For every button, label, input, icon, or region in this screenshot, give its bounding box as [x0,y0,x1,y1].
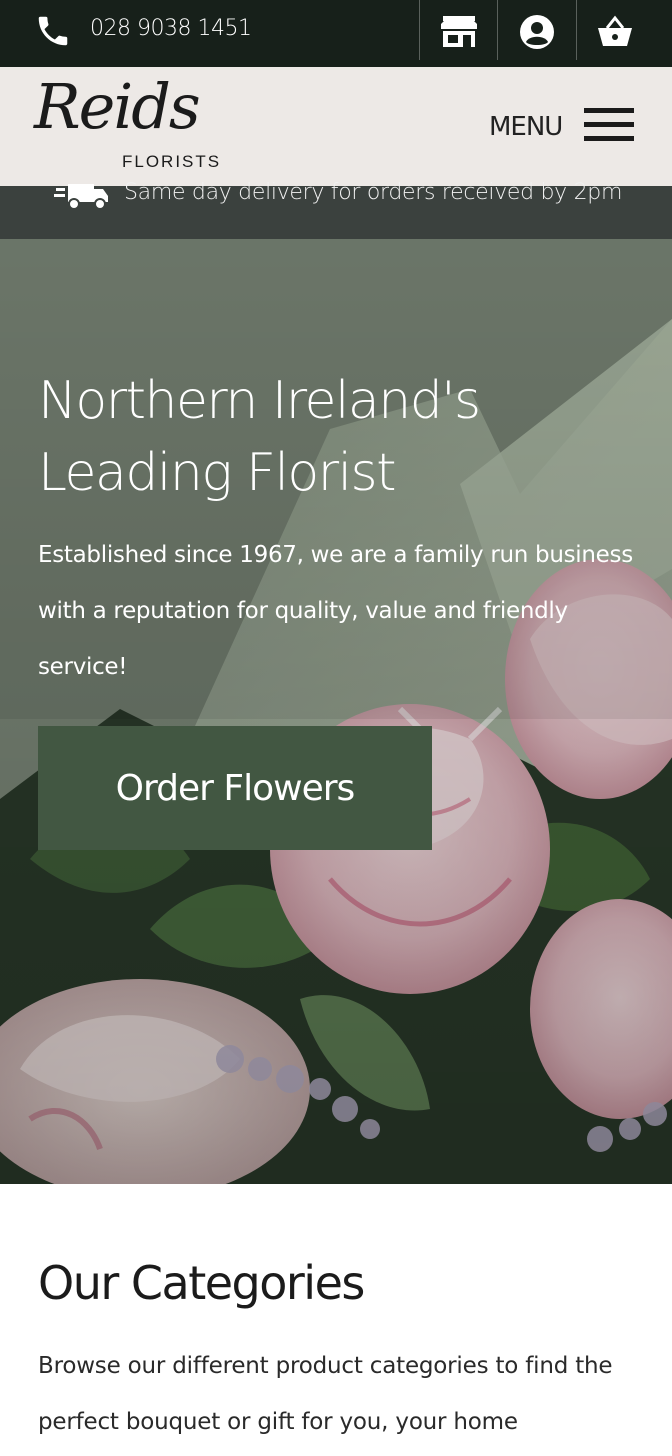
hero-title: Northern Ireland's Leading Florist [38,365,638,509]
delivery-text: Same day delivery for orders received by… [124,180,623,205]
divider [497,0,498,60]
divider [419,0,420,60]
divider [576,0,577,60]
hero-title-line: Northern Ireland's [38,371,481,431]
basket-icon [598,15,632,46]
account-icon [520,15,554,49]
hero-description: Established since 1967, we are a family … [38,542,633,680]
logo-subtitle: FLORISTS [122,152,222,171]
hero-title-line: Leading Florist [38,443,397,503]
basket-button[interactable] [593,10,637,54]
hero-section: Northern Ireland's Leading Florist Estab… [0,239,672,1184]
store-button[interactable] [437,10,481,54]
account-button[interactable] [515,10,559,54]
truck-icon [54,184,108,210]
top-bar: 028 9038 1451 [0,0,672,67]
hamburger-menu-icon[interactable] [584,108,634,144]
categories-description: Browse our different product categories … [38,1353,613,1435]
categories-heading: Our Categories [38,1256,365,1310]
menu-label[interactable]: MENU [489,112,563,142]
phone-number-link[interactable]: 028 9038 1451 [90,16,252,41]
store-icon [441,16,477,47]
order-flowers-button[interactable]: Order Flowers [38,726,432,850]
phone-icon[interactable] [34,12,72,50]
logo[interactable]: Reids [34,76,201,138]
